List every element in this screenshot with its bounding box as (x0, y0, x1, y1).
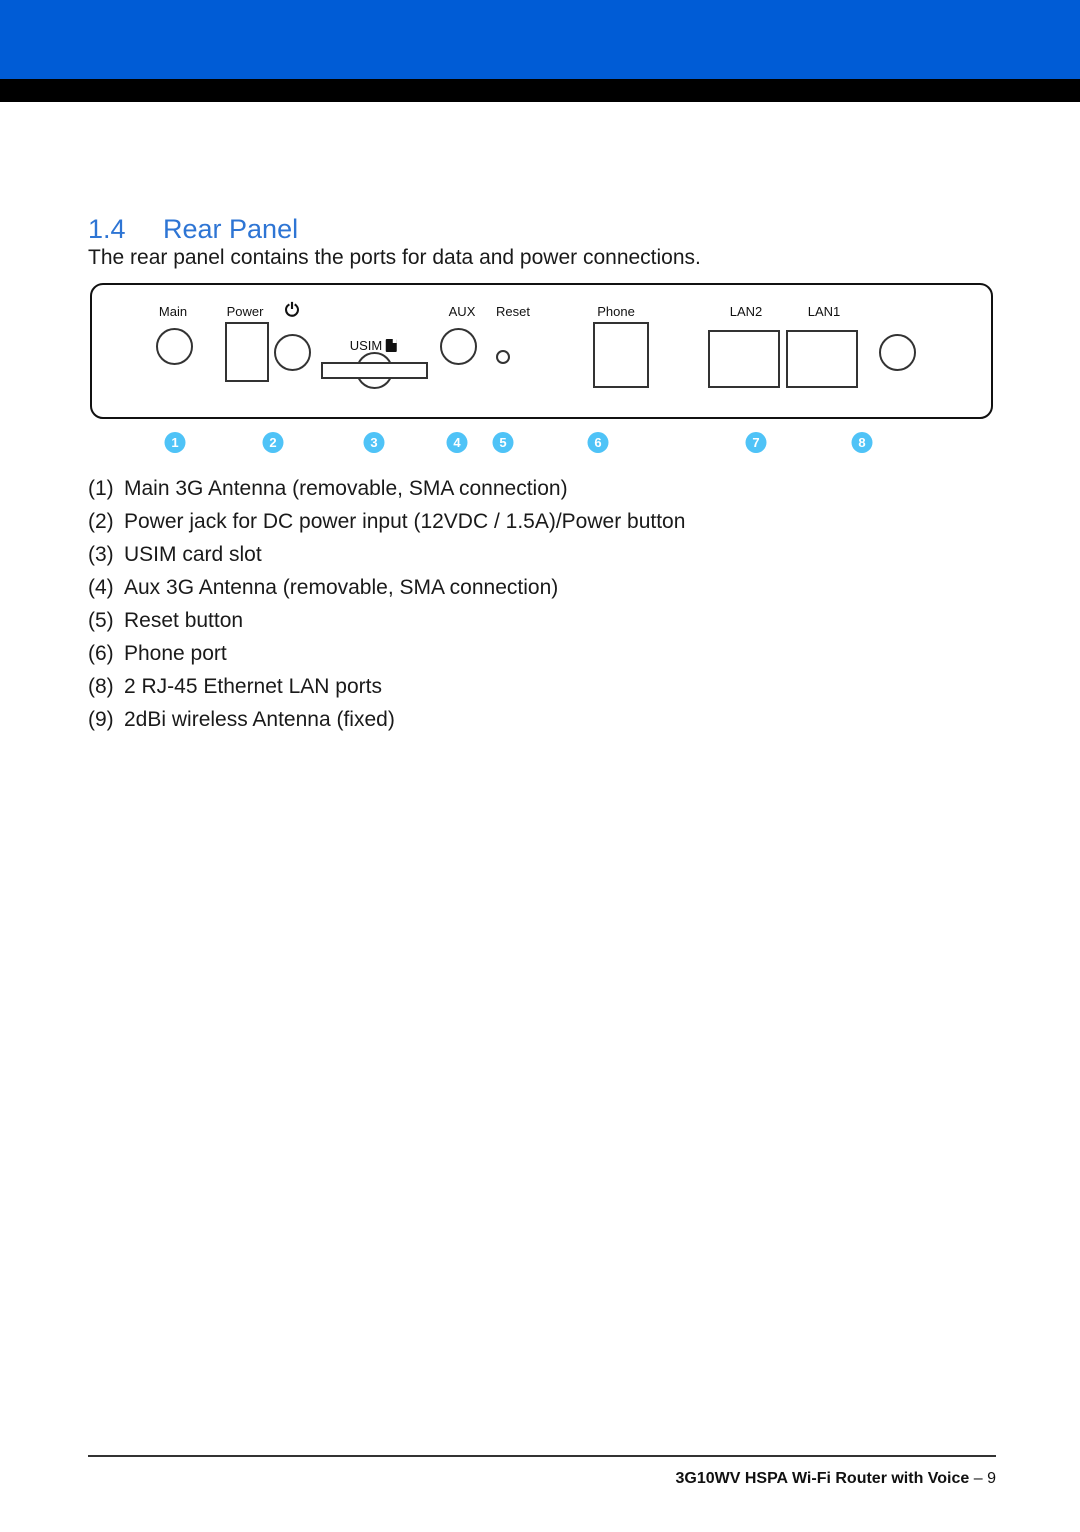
top-banner-blue (0, 0, 1080, 79)
callout-badge-4: 4 (446, 432, 468, 453)
list-item-number: (8) (88, 675, 114, 698)
list-item-label: Aux 3G Antenna (removable, SMA connectio… (124, 576, 559, 599)
connector-aux-antenna (440, 328, 477, 365)
footer-page-number: 9 (987, 1470, 996, 1487)
footer-separator: – (969, 1470, 988, 1487)
list-item-label: Phone port (124, 642, 227, 665)
panel-legend-list: (1) Main 3G Antenna (removable, SMA conn… (88, 477, 988, 741)
port-phone (593, 322, 649, 388)
list-item: (2) Power jack for DC power input (12VDC… (88, 510, 988, 543)
list-item-number: (4) (88, 576, 114, 599)
callout-badge-3: 3 (363, 432, 385, 453)
port-lan1 (786, 330, 858, 388)
rear-panel-figure: Main Power AUX Reset Phone LAN2 LAN1 ⏻ U… (88, 280, 996, 465)
usim-slot-bar (321, 362, 428, 379)
label-power: Power (226, 304, 264, 319)
label-phone: Phone (597, 304, 635, 319)
label-lan1: LAN1 (807, 304, 841, 319)
connector-main-antenna (156, 328, 193, 365)
list-item-label: Main 3G Antenna (removable, SMA connecti… (124, 477, 568, 500)
callout-badge-7: 7 (745, 432, 767, 453)
footer-product-name: 3G10WV HSPA Wi-Fi Router with Voice (675, 1470, 970, 1487)
power-symbol-icon: ⏻ (284, 300, 300, 320)
list-item: (6) Phone port (88, 642, 988, 675)
callout-badge-1: 1 (164, 432, 186, 453)
port-lan2 (708, 330, 780, 388)
label-reset: Reset (496, 304, 530, 319)
list-item: (5) Reset button (88, 609, 988, 642)
label-aux: AUX (448, 304, 476, 319)
section-title: Rear Panel (163, 214, 299, 244)
list-item-number: (1) (88, 477, 114, 500)
section-number: 1.4 (88, 214, 126, 244)
callout-badge-8: 8 (851, 432, 873, 453)
list-item-number: (2) (88, 510, 114, 533)
label-usim: USIM (350, 338, 397, 353)
button-reset-pinhole (496, 350, 510, 364)
footer-divider (88, 1455, 996, 1457)
callout-badge-6: 6 (587, 432, 609, 453)
list-item-number: (6) (88, 642, 114, 665)
list-item-label: USIM card slot (124, 543, 262, 566)
intro-paragraph: The rear panel contains the ports for da… (88, 246, 701, 269)
footer: 3G10WV HSPA Wi-Fi Router with Voice – 9 (675, 1470, 996, 1488)
list-item-label: Power jack for DC power input (12VDC / 1… (124, 510, 686, 533)
sim-card-icon (385, 339, 397, 352)
list-item-number: (3) (88, 543, 114, 566)
list-item: (9) 2dBi wireless Antenna (fixed) (88, 708, 988, 741)
list-item: (4) Aux 3G Antenna (removable, SMA conne… (88, 576, 988, 609)
list-item-label: 2 RJ-45 Ethernet LAN ports (124, 675, 382, 698)
list-item: (3) USIM card slot (88, 543, 988, 576)
label-lan2: LAN2 (729, 304, 763, 319)
label-main: Main (158, 304, 188, 319)
list-item-label: 2dBi wireless Antenna (fixed) (124, 708, 395, 731)
button-power (274, 334, 311, 371)
list-item-number: (5) (88, 609, 114, 632)
usim-text: USIM (349, 338, 383, 353)
callout-badge-5: 5 (492, 432, 514, 453)
top-banner-black (0, 79, 1080, 102)
list-item-number: (9) (88, 708, 114, 731)
list-item-label: Reset button (124, 609, 244, 632)
page-title: 1.4 Rear Panel (88, 214, 298, 245)
connector-power-jack (225, 322, 269, 382)
list-item: (1) Main 3G Antenna (removable, SMA conn… (88, 477, 988, 510)
callout-badge-2: 2 (262, 432, 284, 453)
connector-wifi-antenna (879, 334, 916, 371)
list-item: (8) 2 RJ-45 Ethernet LAN ports (88, 675, 988, 708)
